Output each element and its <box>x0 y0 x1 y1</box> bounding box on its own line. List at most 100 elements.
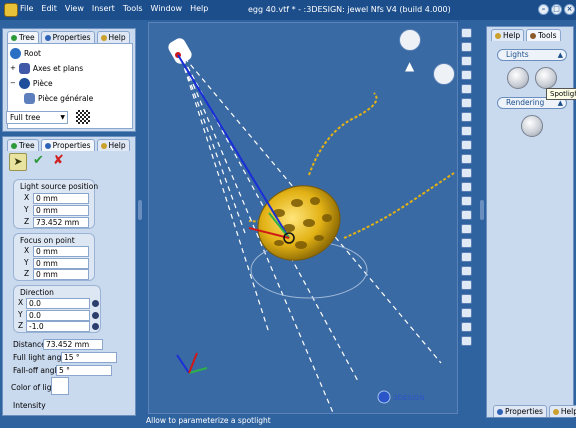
menu-file[interactable]: File <box>20 4 33 13</box>
tool-icon[interactable] <box>461 210 472 220</box>
3d-viewport[interactable]: 3DESIGN ▲ <box>148 22 458 414</box>
globe-icon <box>10 47 21 59</box>
distance-field[interactable]: 73.452 mm <box>43 339 103 350</box>
menu-view[interactable]: View <box>65 4 84 13</box>
direction-y-field[interactable]: 0.0 <box>26 310 90 321</box>
help-tab-icon <box>100 142 107 149</box>
tab-properties[interactable]: Properties <box>40 31 95 43</box>
properties-tab-icon <box>497 408 503 415</box>
tab-tree-2[interactable]: Tree <box>7 139 39 151</box>
tool-icon[interactable] <box>461 238 472 248</box>
falloff-angle-field[interactable]: 5 ° <box>56 365 112 376</box>
app-window: File Edit View Insert Tools Window Help … <box>0 0 576 428</box>
egg-pendant[interactable] <box>246 173 353 274</box>
right-panel-tabs: Help Tools <box>491 29 561 41</box>
tab-help-right-bottom[interactable]: Help <box>548 405 576 417</box>
tool-icon[interactable] <box>461 182 472 192</box>
status-bar: Allow to parameterize a spotlight <box>146 416 271 425</box>
tool-icon[interactable] <box>461 42 472 52</box>
tree-item-axes[interactable]: + Axes et plans <box>10 61 83 75</box>
menu-window[interactable]: Window <box>151 4 183 13</box>
vertical-toolbar <box>460 24 474 354</box>
cancel-x-icon[interactable]: ✘ <box>53 153 64 168</box>
tool-icon[interactable] <box>461 56 472 66</box>
right-splitter-handle[interactable] <box>480 200 484 220</box>
tab-help[interactable]: Help <box>96 31 130 43</box>
zoom-icon[interactable] <box>461 336 472 346</box>
tool-icon[interactable] <box>461 126 472 136</box>
zoom-icon[interactable] <box>461 308 472 318</box>
menu-edit[interactable]: Edit <box>41 4 57 13</box>
tool-icon[interactable] <box>461 28 472 38</box>
light-z-field[interactable]: 73.452 mm <box>33 217 89 228</box>
tool-icon[interactable] <box>461 168 472 178</box>
omni-light-button[interactable] <box>507 67 529 89</box>
menu-insert[interactable]: Insert <box>92 4 115 13</box>
focus-title: Focus on point <box>20 236 75 245</box>
properties-panel-tabs: Tree Properties Help <box>7 139 130 151</box>
direction-x-field[interactable]: 0.0 <box>26 298 90 309</box>
full-light-angle-field[interactable]: 15 ° <box>61 352 117 363</box>
tab-tools[interactable]: Tools <box>526 29 561 41</box>
light-x-field[interactable]: 0 mm <box>33 193 89 204</box>
spin-icon[interactable] <box>92 312 99 319</box>
zoom-icon[interactable] <box>461 322 472 332</box>
tab-properties-2[interactable]: Properties <box>40 139 95 151</box>
direction-y-label: Y <box>18 310 23 319</box>
tree-tab-icon <box>11 34 17 41</box>
light-y-field[interactable]: 0 mm <box>33 205 89 216</box>
tool-icon[interactable] <box>461 224 472 234</box>
tree-filter-select[interactable]: Full tree ▼ <box>6 111 68 124</box>
tree-item-piece-generale[interactable]: Pièce générale <box>24 91 93 105</box>
minimize-icon[interactable]: – <box>538 4 549 15</box>
menu-tools[interactable]: Tools <box>123 4 143 13</box>
tool-icon[interactable] <box>461 154 472 164</box>
spotlight-cursor-icon[interactable] <box>433 63 455 85</box>
tab-properties-right[interactable]: Properties <box>493 405 547 417</box>
piece-icon <box>18 77 30 89</box>
focus-y-field[interactable]: 0 mm <box>33 258 89 269</box>
part-icon <box>24 92 35 104</box>
zoom-icon[interactable] <box>461 280 472 290</box>
tab-help-right[interactable]: Help <box>491 29 525 41</box>
maximize-icon[interactable]: □ <box>551 4 562 15</box>
tree-item-root[interactable]: Root <box>10 46 41 60</box>
light-source-title: Light source position <box>20 182 99 191</box>
distance-label: Distance <box>13 340 46 349</box>
tab-help-2[interactable]: Help <box>96 139 130 151</box>
tool-icon[interactable] <box>461 98 472 108</box>
focus-group: Focus on point X 0 mm Y 0 mm Z 0 mm <box>13 233 95 281</box>
tool-icon[interactable] <box>461 84 472 94</box>
lights-section-header[interactable]: Lights ▲ <box>497 49 567 61</box>
zoom-icon[interactable] <box>461 252 472 262</box>
tree-panel-tabs: Tree Properties Help <box>7 31 130 43</box>
tool-icon[interactable] <box>461 196 472 206</box>
zoom-icon[interactable] <box>461 294 472 304</box>
focus-z-field[interactable]: 0 mm <box>33 269 89 280</box>
menu-help[interactable]: Help <box>190 4 208 13</box>
pointer-icon[interactable]: ➤ <box>9 153 27 171</box>
tree-item-piece[interactable]: − Pièce <box>10 76 53 90</box>
light-color-swatch[interactable] <box>51 377 69 395</box>
tab-tree[interactable]: Tree <box>7 31 39 43</box>
render-view-icon[interactable] <box>399 29 421 51</box>
spotlight-source[interactable] <box>166 36 194 66</box>
render-button[interactable] <box>521 115 543 137</box>
tool-icon[interactable] <box>461 140 472 150</box>
focus-x-field[interactable]: 0 mm <box>33 246 89 257</box>
spin-icon[interactable] <box>92 300 99 307</box>
zoom-icon[interactable] <box>461 266 472 276</box>
close-icon[interactable]: × <box>564 4 575 15</box>
tool-icon[interactable] <box>461 112 472 122</box>
ok-check-icon[interactable]: ✔ <box>33 153 44 168</box>
tool-icon[interactable] <box>461 70 472 80</box>
tree-tab-icon <box>11 142 17 149</box>
chevron-down-icon: ▼ <box>60 114 65 121</box>
properties-tab-icon <box>44 142 51 149</box>
checker-flag-icon[interactable] <box>76 110 90 124</box>
left-splitter-handle[interactable] <box>138 200 142 220</box>
spin-icon[interactable] <box>92 323 99 330</box>
spotlight-button[interactable] <box>535 67 557 89</box>
window-title: egg 40.vtf * - :3DESIGN: jewel Nfs V4 (b… <box>248 5 451 14</box>
direction-z-field[interactable]: -1.0 <box>26 321 90 332</box>
